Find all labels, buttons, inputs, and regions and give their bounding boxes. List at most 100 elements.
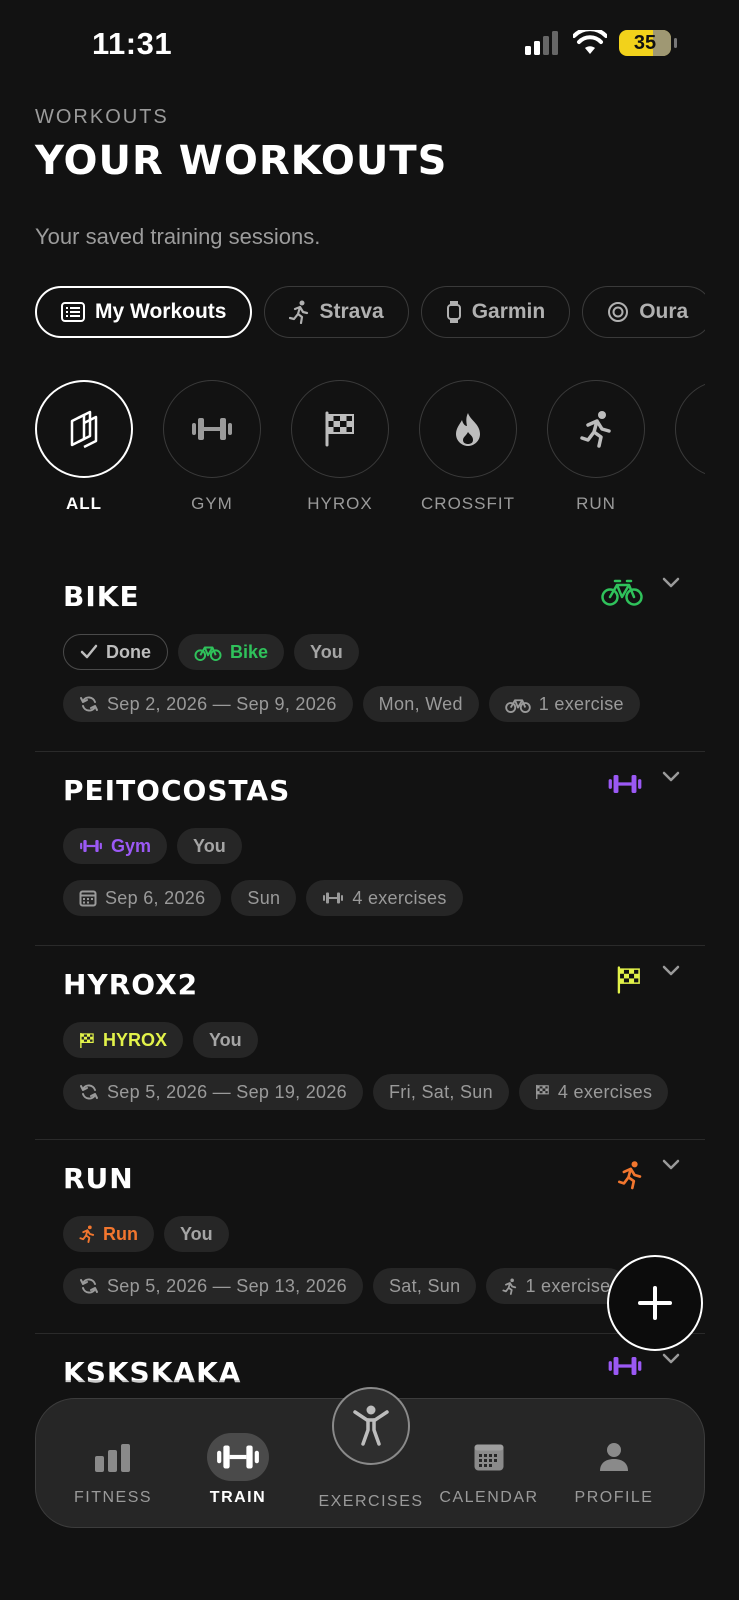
status-icons: 35 bbox=[525, 30, 677, 56]
source-tabs: My Workouts Strava Garmin Oura bbox=[35, 286, 705, 340]
nav-profile[interactable]: PROFILE bbox=[554, 1399, 674, 1529]
tab-garmin[interactable]: Garmin bbox=[420, 286, 571, 338]
nav-calendar[interactable]: CALENDAR bbox=[429, 1399, 549, 1529]
runner-icon bbox=[79, 1225, 95, 1243]
tab-label: Garmin bbox=[471, 300, 546, 323]
schedule-chip: Sep 5, 2026 — Sep 19, 2026 bbox=[63, 1074, 363, 1110]
workout-name: BIKE bbox=[63, 580, 140, 613]
checkered-flag-icon bbox=[536, 1084, 549, 1100]
category-label: CROSSFIT bbox=[421, 494, 515, 513]
schedule-text: Sep 6, 2026 bbox=[105, 887, 206, 908]
schedule-text: Sep 5, 2026 — Sep 13, 2026 bbox=[107, 1275, 347, 1296]
schedule-text: Sep 2, 2026 — Sep 9, 2026 bbox=[107, 693, 337, 714]
category-crossfit[interactable]: CROSSFIT bbox=[419, 380, 517, 520]
workout-name: PEITOCOSTAS bbox=[63, 774, 291, 807]
category-label: GYM bbox=[191, 494, 233, 513]
chevron-down-icon[interactable] bbox=[661, 964, 681, 978]
bottom-nav: FITNESS TRAIN EXERCISES CALENDAR PROFILE bbox=[35, 1387, 705, 1529]
category-label: ALL bbox=[65, 494, 103, 513]
checkered-flag-icon bbox=[325, 411, 354, 447]
chevron-down-icon[interactable] bbox=[661, 576, 681, 590]
tab-strava[interactable]: Strava bbox=[264, 286, 409, 338]
add-workout-button[interactable] bbox=[607, 1255, 703, 1351]
done-badge: Done bbox=[63, 634, 168, 670]
person-icon bbox=[600, 1443, 628, 1471]
workout-card[interactable]: BIKE Done Bike You Sep 2, 2026 — Sep 9, … bbox=[35, 558, 705, 752]
tab-oura[interactable]: Oura bbox=[582, 286, 705, 338]
runner-icon bbox=[580, 411, 611, 448]
days-chip: Sat, Sun bbox=[372, 1268, 477, 1304]
category-label: RUN bbox=[576, 494, 616, 513]
type-badge: Bike bbox=[178, 634, 285, 670]
status-time: 11:31 bbox=[92, 26, 173, 61]
category-gym[interactable]: GYM bbox=[163, 380, 261, 520]
runner-icon bbox=[617, 1161, 642, 1190]
nav-label: FITNESS bbox=[73, 1489, 153, 1506]
page-subtitle: Your saved training sessions. bbox=[35, 224, 321, 249]
dumbbell-icon bbox=[80, 840, 102, 852]
owner-badge: You bbox=[164, 1216, 229, 1252]
repeat-icon bbox=[80, 696, 98, 712]
exercise-count: 1 exercise bbox=[538, 693, 624, 714]
schedule-chip: Sep 2, 2026 — Sep 9, 2026 bbox=[63, 686, 353, 722]
workout-name: RUN bbox=[63, 1162, 134, 1195]
calendar-icon bbox=[474, 1444, 504, 1471]
dumbbell-icon bbox=[323, 892, 344, 904]
cellular-signal-icon bbox=[525, 31, 558, 55]
category-partial[interactable]: I bbox=[675, 380, 705, 520]
check-icon bbox=[80, 644, 98, 659]
category-filters: ALL GYM HYROX CROSSFIT RUN bbox=[35, 380, 705, 520]
exercise-count: 4 exercises bbox=[352, 887, 447, 908]
schedule-text: Sep 5, 2026 — Sep 19, 2026 bbox=[107, 1081, 347, 1102]
owner-badge: You bbox=[193, 1022, 258, 1058]
nav-fitness[interactable]: FITNESS bbox=[53, 1399, 173, 1529]
category-run[interactable]: RUN bbox=[547, 380, 645, 520]
battery-indicator: 35 bbox=[619, 30, 677, 56]
workout-card[interactable]: HYROX2 HYROX You Sep 5, 2026 — Sep 19, 2… bbox=[35, 946, 705, 1140]
category-all[interactable]: ALL bbox=[35, 380, 133, 520]
exercise-count: 4 exercises bbox=[557, 1081, 653, 1102]
done-label: Done bbox=[106, 641, 151, 662]
exercise-count-chip: 1 exercise bbox=[486, 1268, 627, 1304]
exercise-count-chip: 4 exercises bbox=[518, 1074, 669, 1110]
chevron-down-icon[interactable] bbox=[661, 1158, 681, 1172]
runner-icon bbox=[289, 300, 309, 324]
workout-card[interactable]: PEITOCOSTAS Gym You Sep 6, 2026 Sun 4 ex… bbox=[35, 752, 705, 946]
stack-icon bbox=[70, 410, 98, 449]
flame-icon bbox=[456, 413, 480, 446]
calendar-icon bbox=[79, 890, 97, 907]
bike-icon bbox=[194, 646, 222, 661]
wifi-icon bbox=[573, 30, 607, 54]
exercise-count-chip: 4 exercises bbox=[306, 880, 463, 916]
days-chip: Sun bbox=[231, 880, 297, 916]
person-stretch-icon bbox=[353, 1405, 389, 1446]
tab-label: My Workouts bbox=[95, 300, 227, 323]
chevron-down-icon[interactable] bbox=[661, 1352, 681, 1366]
type-label: Bike bbox=[230, 641, 269, 662]
chevron-down-icon[interactable] bbox=[661, 770, 681, 784]
workout-card[interactable]: RUN Run You Sep 5, 2026 — Sep 13, 2026 S… bbox=[35, 1140, 705, 1334]
type-label: Run bbox=[103, 1223, 138, 1244]
plus-icon bbox=[638, 1286, 672, 1320]
schedule-chip: Sep 6, 2026 bbox=[63, 880, 222, 916]
type-badge: Gym bbox=[63, 828, 168, 864]
workout-name: HYROX2 bbox=[63, 968, 199, 1001]
bike-icon bbox=[505, 698, 531, 713]
owner-badge: You bbox=[177, 828, 242, 864]
dumbbell-icon bbox=[217, 1445, 259, 1469]
nav-exercises[interactable]: EXERCISES bbox=[318, 1387, 422, 1511]
repeat-icon bbox=[80, 1278, 98, 1294]
exercise-count: 1 exercise bbox=[525, 1275, 611, 1296]
checkered-flag-icon bbox=[617, 966, 640, 994]
repeat-icon bbox=[80, 1084, 98, 1100]
nav-train[interactable]: TRAIN bbox=[178, 1399, 298, 1529]
watch-icon bbox=[446, 301, 461, 323]
ring-icon bbox=[608, 302, 629, 322]
type-label: HYROX bbox=[103, 1029, 168, 1050]
category-hyrox[interactable]: HYROX bbox=[291, 380, 389, 520]
nav-label: EXERCISES bbox=[318, 1493, 424, 1510]
tab-my-workouts[interactable]: My Workouts bbox=[35, 286, 253, 338]
battery-level: 35 bbox=[633, 31, 657, 54]
type-badge: Run bbox=[63, 1216, 154, 1252]
dumbbell-icon bbox=[608, 1357, 642, 1375]
